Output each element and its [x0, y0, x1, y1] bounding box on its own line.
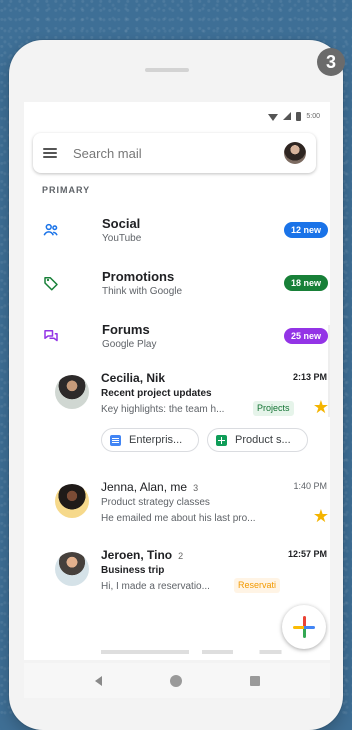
new-count-badge: 18 new — [283, 275, 328, 291]
avatar — [55, 375, 89, 409]
gmail-screen: 5:00 Search mail PRIMARY Social YouTube … — [24, 102, 330, 660]
new-count-badge: 25 new — [283, 328, 328, 344]
category-title: Social — [102, 216, 141, 231]
attachment-chip-sheet[interactable]: Product s... — [207, 428, 308, 452]
attachment-name: Product s... — [235, 434, 291, 446]
category-title: Forums — [102, 322, 150, 337]
category-promotions[interactable]: Promotions Think with Google 18 new — [24, 263, 330, 307]
avatar — [55, 484, 89, 518]
email-subject: Product strategy classes — [101, 497, 210, 508]
search-bar[interactable]: Search mail — [33, 133, 316, 173]
home-icon[interactable] — [169, 674, 182, 687]
android-navigation-bar — [24, 663, 330, 698]
email-row-3[interactable]: Jeroen, Tino 2 12:57 PM Business trip Hi,… — [24, 548, 330, 598]
forum-icon — [44, 330, 58, 342]
email-senders: Jenna, Alan, me 3 — [101, 480, 199, 494]
category-subtitle: YouTube — [102, 233, 142, 244]
email-snippet: Key highlights: the team h... — [101, 404, 225, 415]
email-subject: Recent project updates — [101, 388, 212, 399]
search-input[interactable]: Search mail — [73, 146, 284, 161]
wifi-icon — [268, 113, 279, 121]
avatar[interactable] — [284, 142, 306, 164]
email-time: 1:40 PM — [293, 481, 327, 491]
document-icon — [110, 434, 121, 446]
label-chip-reservations: Reservati — [234, 578, 281, 593]
email-time: 12:57 PM — [287, 549, 327, 559]
status-bar: 5:00 — [24, 102, 330, 130]
avatar — [55, 552, 89, 586]
section-title-primary: PRIMARY — [42, 185, 91, 195]
thread-count: 2 — [178, 551, 184, 561]
signal-icon — [283, 112, 292, 120]
email-time: 2:13 PM — [292, 372, 327, 382]
email-row-2[interactable]: Jenna, Alan, me 3 1:40 PM Product strateg… — [24, 480, 330, 530]
new-count-badge: 12 new — [283, 222, 328, 238]
category-title: Promotions — [102, 269, 175, 284]
spreadsheet-icon — [216, 434, 227, 446]
email-senders: Jeroen, Tino 2 — [101, 548, 184, 562]
email-snippet: Hi, I made a reservatio... — [101, 581, 210, 592]
menu-icon[interactable] — [43, 148, 57, 158]
attachment-name: Enterpris... — [129, 434, 183, 446]
scroll-edge — [328, 325, 330, 417]
label-chip-projects: Projects — [253, 401, 294, 416]
category-social[interactable]: Social YouTube 12 new — [24, 210, 330, 254]
attachment-chip-doc[interactable]: Enterpris... — [101, 428, 199, 452]
people-icon — [43, 223, 58, 236]
numbered-step-icon: 3 — [317, 48, 345, 76]
star-icon[interactable]: ★ — [313, 398, 329, 416]
email-snippet: He emailed me about his last pro... — [101, 513, 256, 524]
thread-count: 3 — [193, 483, 199, 493]
email-subject: Business trip — [101, 565, 165, 576]
back-icon[interactable] — [94, 675, 102, 686]
category-forums[interactable]: Forums Google Play 25 new — [24, 316, 330, 360]
email-senders: Cecilia, Nik — [101, 371, 166, 385]
battery-icon — [296, 111, 302, 121]
recent-apps-icon[interactable] — [249, 675, 260, 686]
speaker-grille — [145, 68, 189, 72]
category-subtitle: Think with Google — [102, 286, 183, 297]
status-time: 5:00 — [306, 112, 320, 120]
star-icon[interactable]: ★ — [313, 507, 329, 525]
category-subtitle: Google Play — [102, 339, 157, 350]
compose-button[interactable] — [282, 605, 326, 649]
email-row-1[interactable]: Cecilia, Nik 2:13 PM Recent project upda… — [24, 371, 330, 464]
phone-frame: 3 5:00 Search mail PRIMARY Social YouTub… — [9, 40, 345, 730]
partial-email-row — [101, 650, 321, 654]
tag-icon — [44, 277, 58, 291]
